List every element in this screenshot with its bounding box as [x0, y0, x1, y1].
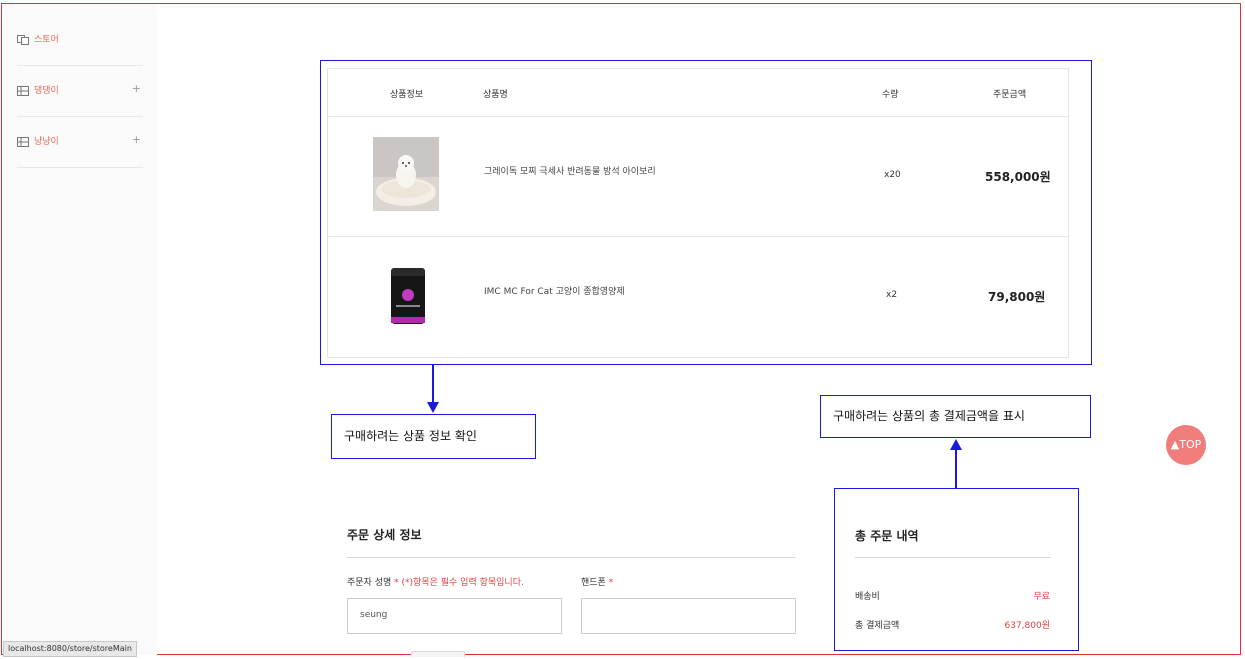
phone-input[interactable] — [581, 598, 796, 634]
dog-cushion-photo[interactable] — [373, 137, 439, 211]
product-quantity: x2 — [886, 290, 898, 300]
product-price: 558,000원 — [985, 170, 1051, 184]
product-name[interactable]: 그레이독 모찌 극세사 반려동물 방석 아이보리 — [484, 164, 656, 177]
row-divider — [328, 116, 1068, 117]
orderer-label-text: 주문자 성명 — [347, 578, 392, 588]
top-label: TOP — [1179, 438, 1202, 451]
phone-label: 핸드폰 * — [581, 575, 613, 588]
shipping-fee-value: 무료 — [1033, 592, 1050, 602]
sidebar-item-label: 냥냥이 — [34, 137, 59, 147]
divider — [347, 557, 796, 558]
sidebar-item-label: 댕댕이 — [34, 86, 59, 96]
sidebar-item-store[interactable]: 스토어 — [17, 15, 143, 66]
annotation-total-payment: 구매하려는 상품의 총 결제금액을 표시 — [820, 395, 1091, 438]
total-payment-value: 637,800원 — [1004, 621, 1051, 631]
copy-icon — [17, 35, 29, 45]
header-product-info: 상품정보 — [390, 90, 424, 100]
required-mark: * — [394, 578, 399, 588]
orderer-name-label: 주문자 성명 * (*)항목은 필수 입력 항목입니다. — [347, 575, 524, 588]
row-divider — [328, 236, 1068, 237]
annotation-arrow — [432, 365, 434, 405]
phone-label-text: 핸드폰 — [581, 578, 606, 588]
required-mark: * — [608, 578, 614, 588]
partial-input[interactable] — [411, 651, 465, 657]
order-detail-title: 주문 상세 정보 — [347, 528, 422, 542]
total-payment-label: 총 결제금액 — [855, 621, 900, 631]
required-note: (*)항목은 필수 입력 항목입니다. — [401, 578, 524, 588]
header-order-amount: 주문금액 — [993, 90, 1027, 100]
shipping-fee-label: 배송비 — [855, 592, 880, 602]
sidebar-item-cat[interactable]: 냥냥이 + — [17, 117, 143, 168]
cart-table: 상품정보 상품명 수량 주문금액 그레이독 모찌 극세사 반려동물 방석 아이보… — [327, 68, 1069, 358]
sidebar-item-label: 스토어 — [34, 35, 59, 45]
header-product-name: 상품명 — [483, 90, 508, 100]
scroll-top-button[interactable]: ▲TOP — [1166, 425, 1206, 465]
expand-plus-icon[interactable]: + — [132, 82, 141, 95]
expand-plus-icon[interactable]: + — [132, 133, 141, 146]
grid-icon — [17, 137, 29, 147]
summary-title: 총 주문 내역 — [855, 529, 919, 543]
browser-status-bar: localhost:8080/store/storeMain — [3, 641, 137, 657]
orderer-name-input[interactable]: seung — [347, 598, 562, 634]
divider — [855, 557, 1051, 558]
arrow-down-icon — [427, 402, 439, 413]
product-price: 79,800원 — [988, 290, 1046, 304]
annotation-arrow — [955, 448, 957, 488]
cat-supplement-photo[interactable] — [388, 265, 428, 327]
sidebar-item-dog[interactable]: 댕댕이 + — [17, 66, 143, 117]
sidebar: 스토어 댕댕이 + 냥냥이 + — [3, 5, 157, 655]
product-quantity: x20 — [884, 170, 901, 180]
grid-icon — [17, 86, 29, 96]
chevron-up-icon: ▲ — [1170, 438, 1180, 451]
product-name[interactable]: IMC MC For Cat 고양이 종합영양제 — [484, 284, 625, 297]
header-quantity: 수량 — [882, 90, 899, 100]
annotation-product-info: 구매하려는 상품 정보 확인 — [331, 414, 536, 459]
